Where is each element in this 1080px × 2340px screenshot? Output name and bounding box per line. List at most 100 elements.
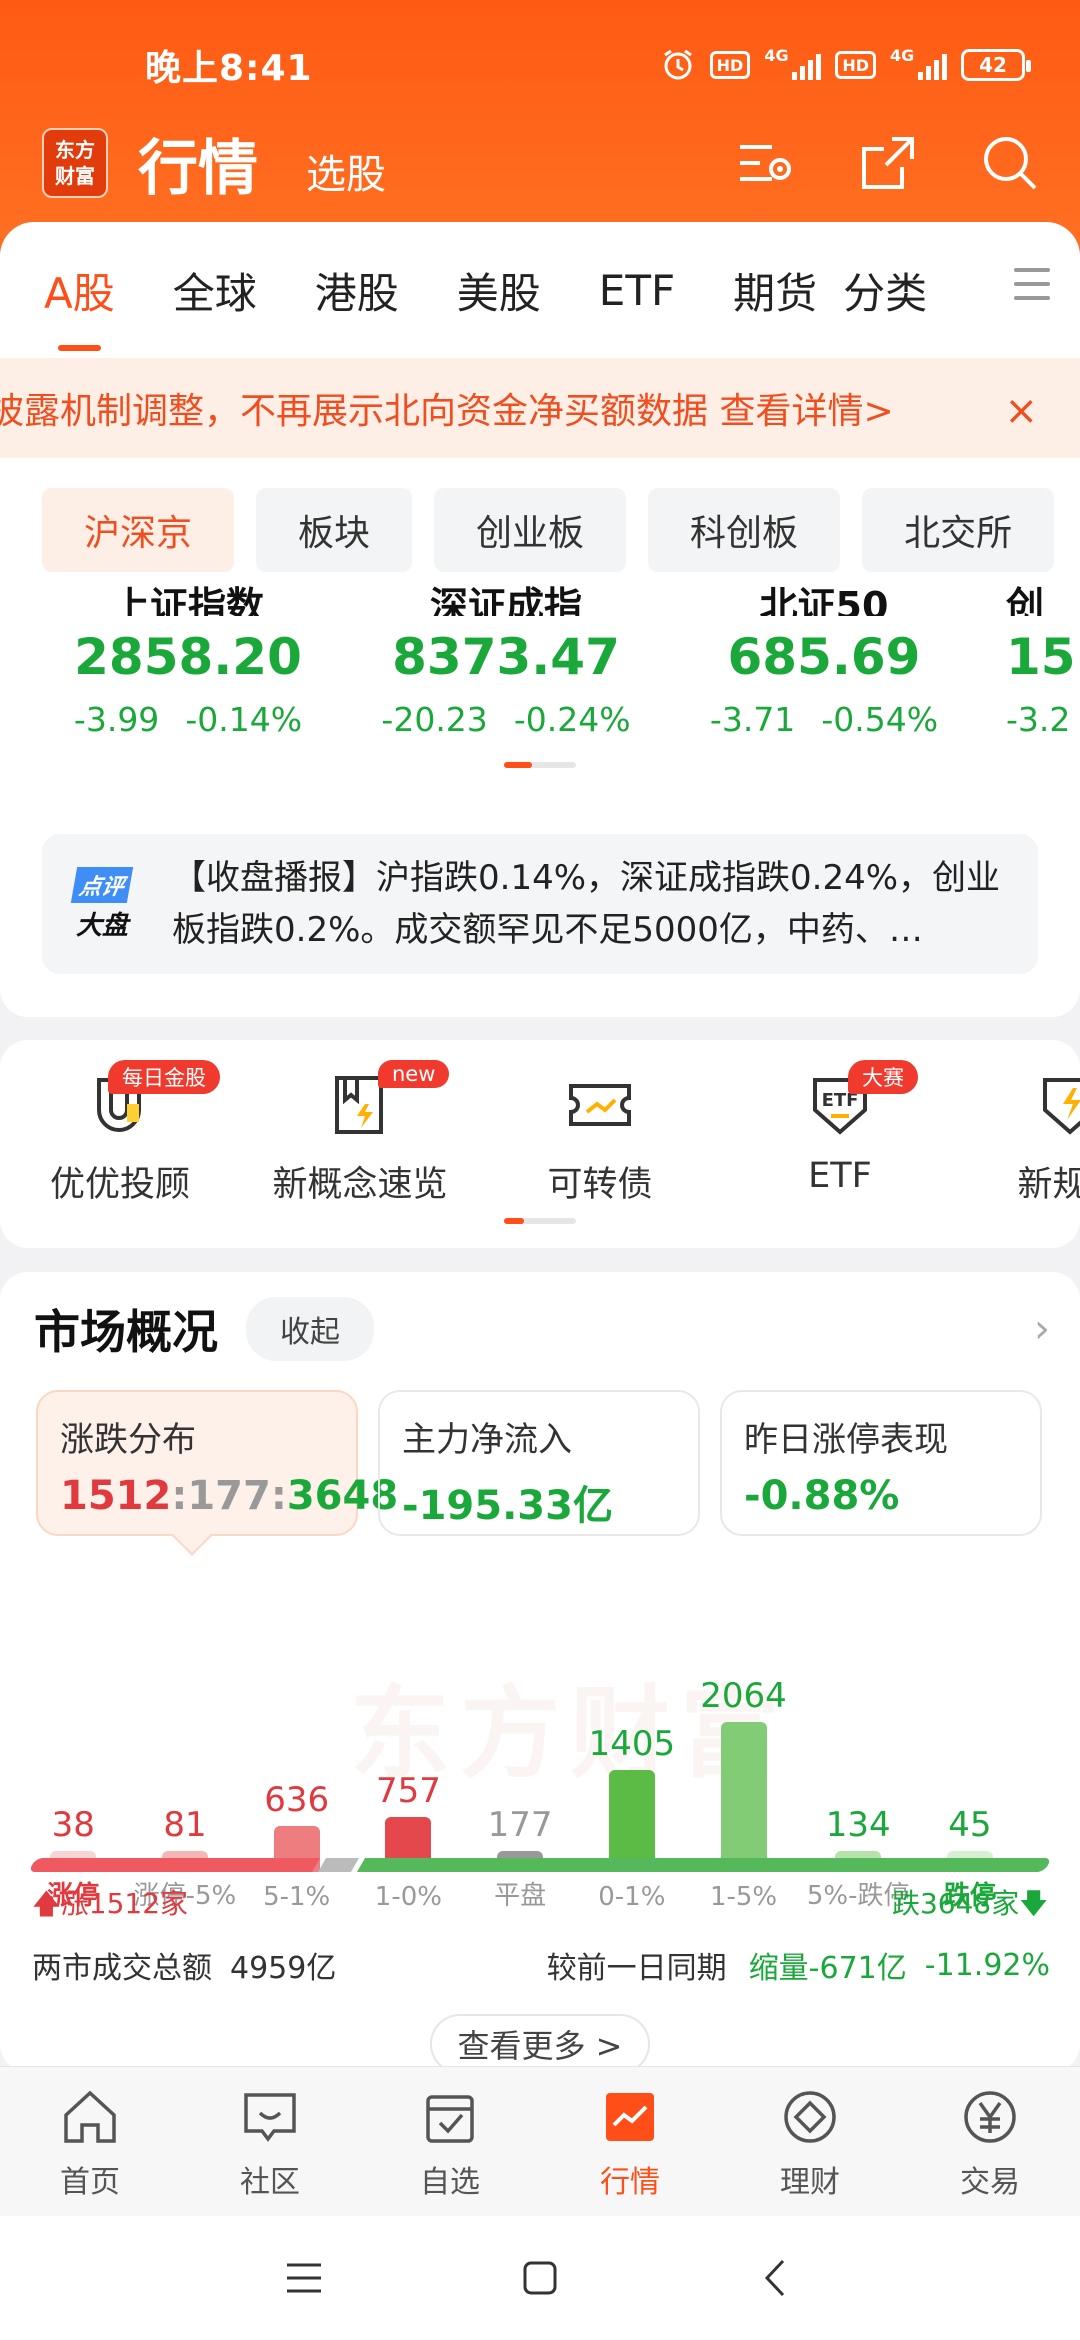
- index-carousel: 上证指数 2858.20 -3.99 -0.14% 深证成指 8373.47 -2…: [0, 586, 1080, 786]
- bar-value-label: 81: [163, 1805, 207, 1845]
- status-time: 晚上8:41: [145, 48, 313, 89]
- index-value: 685.69: [727, 628, 921, 686]
- home-square-icon[interactable]: [517, 2255, 563, 2301]
- settings-list-icon[interactable]: [736, 133, 796, 193]
- bar-value-label: 38: [51, 1805, 95, 1845]
- tab-global[interactable]: 全球: [173, 260, 257, 321]
- subtab-hs[interactable]: 沪深京: [42, 488, 235, 572]
- subtab-bse[interactable]: 北交所: [862, 488, 1055, 572]
- system-nav-bar: [0, 2216, 1080, 2340]
- nav-watchlist[interactable]: 自选: [360, 2067, 540, 2216]
- index-card-bz50[interactable]: 北证50 685.69 -3.71 -0.54%: [694, 586, 954, 739]
- view-more-button[interactable]: 查看更多 >: [430, 2014, 650, 2074]
- chevron-right-icon[interactable]: ›: [1034, 1306, 1050, 1352]
- ratio-flat-segment: [317, 1858, 360, 1872]
- index-change: -3.2: [1006, 700, 1071, 739]
- market-chart-icon: [606, 2093, 654, 2141]
- subtab-sector[interactable]: 板块: [256, 488, 413, 572]
- subtab-star[interactable]: 科创板: [648, 488, 841, 572]
- back-icon[interactable]: [753, 2255, 799, 2301]
- bar-value-label: 1405: [588, 1724, 676, 1764]
- tab-hk[interactable]: 港股: [315, 260, 399, 321]
- bottom-nav: 首页 社区 自选 行情 理财 交易: [0, 2066, 1080, 2216]
- notice-banner[interactable]: 披露机制调整，不再展示北向资金净买额数据 查看详情> ×: [0, 358, 1080, 458]
- ratio-down-segment: [356, 1858, 1053, 1872]
- ticket-icon: [569, 1084, 631, 1126]
- signal-icon: 4G: [764, 46, 822, 80]
- hd-icon: HD: [835, 51, 876, 79]
- up-count: 🡅涨1512家: [32, 1887, 189, 1920]
- bar-value-label: 45: [948, 1805, 992, 1845]
- alarm-icon: [663, 49, 692, 80]
- shrink-value: 缩量-671亿: [748, 1951, 907, 1986]
- bar-value-label: 134: [825, 1805, 891, 1845]
- shortcut-row: 优优投顾 每日金股 新概念速览 new 可转债 ETF ETF 大赛 新规风: [0, 1040, 1080, 1248]
- shortcut-new-concept[interactable]: 新概念速览: [260, 1070, 460, 1207]
- up-down-ratio-bar: [27, 1858, 1053, 1872]
- subtab-gem[interactable]: 创业板: [434, 488, 627, 572]
- bar-value-label: 2064: [700, 1676, 787, 1716]
- shortcut-tag: 大赛: [848, 1060, 918, 1094]
- shrink-pct: -11.92%: [924, 1947, 1050, 1983]
- collapse-button[interactable]: 收起: [246, 1297, 374, 1361]
- carousel-indicator: [504, 762, 576, 768]
- shield-lightning-icon: [1043, 1078, 1080, 1135]
- shortcut-tag: 每日金股: [108, 1060, 220, 1094]
- stat-distribution[interactable]: 涨跌分布 1512:177:3648: [36, 1390, 399, 1556]
- close-icon[interactable]: ×: [1004, 388, 1038, 434]
- community-icon: [244, 2093, 296, 2142]
- stat-title: 昨日涨停表现: [744, 1420, 948, 1460]
- bar-mark: [720, 1722, 767, 1872]
- market-comment-banner[interactable]: 点评 大盘 【收盘播报】沪指跌0.14%，深证成指跌0.24%，创业板指跌0.2…: [42, 834, 1038, 974]
- wealth-diamond-icon: [784, 2091, 836, 2143]
- index-change: -3.99 -0.14%: [73, 700, 303, 739]
- stat-value: -0.88%: [744, 1473, 900, 1519]
- shortcut-tag: new: [378, 1060, 450, 1088]
- app-logo[interactable]: 东方财富: [42, 128, 108, 198]
- index-name: 创: [1006, 586, 1045, 616]
- tab-category[interactable]: 分类: [843, 260, 927, 321]
- menu-icon[interactable]: [281, 2255, 327, 2301]
- distribution-bar-6: 2064 1-5%: [689, 1676, 799, 1912]
- stock-picker-link[interactable]: 选股: [306, 142, 386, 200]
- nav-community[interactable]: 社区: [180, 2067, 360, 2216]
- search-icon[interactable]: [980, 133, 1040, 193]
- index-name: 上证指数: [111, 586, 264, 616]
- index-card-sz[interactable]: 深证成指 8373.47 -20.23 -0.24%: [376, 586, 636, 739]
- shortcut-new-rules[interactable]: 新规风: [970, 1070, 1080, 1207]
- turnover-row: 两市成交总额 4959亿 较前一日同期 缩量-671亿 -11.92%: [32, 1940, 1050, 1990]
- page-title[interactable]: 行情: [138, 120, 258, 207]
- ratio-up-segment: [27, 1858, 321, 1872]
- tab-a-shares[interactable]: A股: [44, 260, 115, 351]
- index-value: 15: [1006, 628, 1076, 686]
- stat-value: 1512:177:3648: [60, 1473, 399, 1519]
- nav-market[interactable]: 行情: [540, 2067, 720, 2216]
- index-change: -20.23 -0.24%: [381, 700, 631, 739]
- share-icon[interactable]: [858, 133, 918, 193]
- stat-limit-up-perf[interactable]: 昨日涨停表现 -0.88%: [720, 1390, 1042, 1536]
- market-tabs: A股 全球 港股 美股 ETF 期货 分类: [0, 222, 1080, 358]
- tab-etf[interactable]: ETF: [599, 266, 675, 315]
- home-icon: [64, 2090, 116, 2143]
- notice-text[interactable]: 披露机制调整，不再展示北向资金净买额数据 查看详情>: [0, 382, 894, 434]
- comment-badge-icon: 点评 大盘: [62, 864, 142, 944]
- nav-trade[interactable]: 交易: [900, 2067, 1080, 2216]
- tab-futures[interactable]: 期货: [733, 260, 817, 321]
- turnover-value: 4959亿: [230, 1951, 337, 1986]
- status-bar: 晚上8:41 HD 4G HD 4G 42: [145, 40, 1031, 90]
- tab-us[interactable]: 美股: [457, 260, 541, 321]
- tabs-menu-icon[interactable]: [1014, 268, 1050, 310]
- index-value: 2858.20: [74, 628, 302, 686]
- nav-home[interactable]: 首页: [0, 2067, 180, 2216]
- market-overview-card: 市场概况 收起 › 涨跌分布 1512:177:3648 主力净流入 -195.…: [0, 1272, 1080, 2074]
- index-value: 8373.47: [392, 628, 620, 686]
- bar-value-label: 757: [375, 1771, 441, 1811]
- index-card-sh[interactable]: 上证指数 2858.20 -3.99 -0.14%: [58, 586, 318, 739]
- nav-wealth[interactable]: 理财: [720, 2067, 900, 2216]
- shortcut-convertible[interactable]: 可转债: [500, 1070, 700, 1207]
- section-title: 市场概况: [34, 1305, 218, 1359]
- index-card-partial[interactable]: 创 15 -3.2: [1006, 586, 1080, 739]
- stat-main-inflow[interactable]: 主力净流入 -195.33亿: [378, 1390, 700, 1536]
- shortcut-indicator: [504, 1218, 576, 1224]
- stat-title: 主力净流入: [402, 1420, 572, 1460]
